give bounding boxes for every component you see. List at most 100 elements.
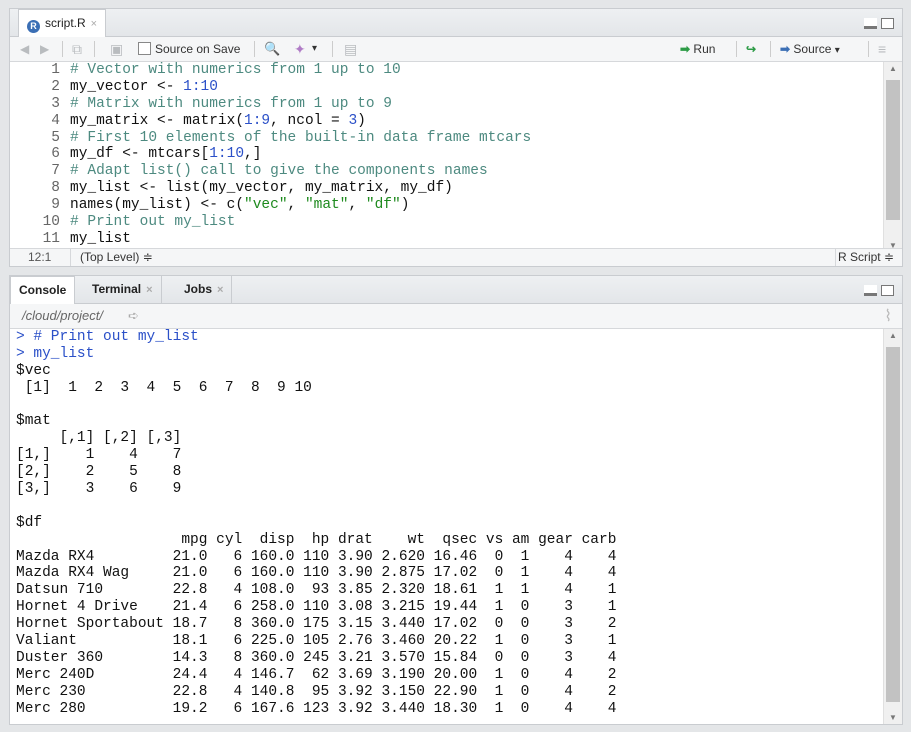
code-line[interactable]: names(my_list) <- c("vec", "mat", "df")	[70, 197, 531, 214]
console-input-line: > my_list	[16, 345, 95, 362]
code-token: )	[357, 112, 366, 129]
run-button[interactable]: ➡ Run	[680, 41, 715, 57]
tab-terminal-label: Terminal	[92, 282, 142, 296]
code-token: ,]	[244, 146, 262, 163]
scroll-down-icon[interactable]: ▼	[884, 713, 902, 722]
minimize-icon[interactable]	[864, 285, 877, 296]
line-number: 10	[42, 214, 60, 231]
tab-console[interactable]: Console	[10, 276, 76, 304]
console-output-line: Mazda RX4 21.0 6 160.0 110 3.90 2.620 16…	[16, 548, 617, 565]
source-on-save-label: Source on Save	[155, 42, 241, 56]
editor-tabbar: Rscript.R ×	[10, 9, 902, 37]
code-line[interactable]: my_list	[70, 231, 531, 248]
go-to-directory-icon[interactable]: ➪	[128, 308, 139, 324]
console-output-line: [1,] 1 4 7	[16, 447, 182, 464]
code-token: my_vector <-	[70, 78, 184, 95]
chevron-down-icon[interactable]: ▾	[835, 45, 840, 56]
line-number: 2	[51, 78, 60, 95]
code-line[interactable]: my_list <- list(my_vector, my_matrix, my…	[70, 180, 531, 197]
filetype-selector[interactable]: R Script ≑	[838, 250, 894, 264]
tab-jobs[interactable]: Jobs ×	[176, 276, 233, 303]
maximize-icon[interactable]	[881, 285, 894, 296]
line-number: 6	[51, 146, 60, 163]
rerun-icon[interactable]: ↪	[746, 41, 756, 57]
forward-arrow-icon[interactable]: ▶	[40, 41, 49, 57]
minimize-icon[interactable]	[864, 18, 877, 29]
code-line[interactable]: # First 10 elements of the built-in data…	[70, 130, 531, 147]
toolbar-divider	[736, 41, 737, 57]
code-line[interactable]: # Vector with numerics from 1 up to 10	[70, 62, 531, 79]
console-output-line: Datsun 710 22.8 4 108.0 93 3.85 2.320 18…	[16, 582, 617, 599]
code-token: 3	[348, 112, 358, 129]
scope-selector[interactable]: (Top Level) ≑	[80, 250, 153, 264]
status-divider	[70, 249, 71, 266]
code-line[interactable]: my_vector <- 1:10	[70, 79, 531, 96]
console-scrollbar[interactable]: ▲ ▼	[883, 329, 902, 724]
scroll-up-icon[interactable]: ▲	[884, 64, 902, 73]
code-tools-wand-icon[interactable]: ✦	[294, 41, 306, 57]
console-output-line: Merc 240D 24.4 4 146.7 62 3.69 3.190 20.…	[16, 666, 617, 683]
scrollbar-thumb[interactable]	[886, 347, 900, 702]
line-number: 3	[51, 95, 60, 112]
code-token: # Adapt list() call to give the componen…	[70, 163, 488, 180]
source-on-save-checkbox[interactable]: Source on Save	[138, 41, 240, 57]
code-line[interactable]: my_matrix <- matrix(1:9, ncol = 3)	[70, 113, 531, 130]
console-output-line: [2,] 2 5 8	[16, 464, 182, 481]
console-tabbar: Console Terminal × Jobs ×	[10, 276, 902, 304]
code-token: 1:10	[183, 78, 218, 95]
search-icon[interactable]: 🔍	[264, 41, 280, 57]
console-output-line: [3,] 3 6 9	[16, 481, 182, 498]
code-editor[interactable]: 1 2 3 4 5 6 7 8 9 10 11 # Vector with numerics fro…	[10, 62, 882, 252]
tab-script-r[interactable]: Rscript.R ×	[18, 9, 107, 37]
code-line[interactable]: # Matrix with numerics from 1 up to 9	[70, 96, 531, 113]
back-arrow-icon[interactable]: ◀	[20, 41, 29, 57]
checkbox-icon[interactable]	[138, 42, 151, 55]
console-output-line: $vec	[16, 362, 51, 379]
source-button[interactable]: ➡ Source ▾	[780, 41, 840, 57]
console-output-line: Valiant 18.1 6 225.0 105 2.76 3.460 20.2…	[16, 633, 617, 650]
console-output-line: $mat	[16, 413, 51, 430]
console-output-line: [,1] [,2] [,3]	[16, 430, 182, 447]
console-output[interactable]: > # Print out my_list > my_list $vec [1] 1…	[16, 329, 880, 724]
scroll-up-icon[interactable]: ▲	[884, 331, 902, 340]
code-token: my_df <- mtcars[	[70, 146, 210, 163]
line-number: 5	[51, 129, 60, 146]
clear-console-broom-icon[interactable]: ⌇	[884, 306, 892, 326]
code-token: ,	[348, 197, 366, 214]
scrollbar-thumb[interactable]	[886, 80, 900, 220]
code-token: "df"	[365, 197, 401, 214]
tab-terminal[interactable]: Terminal ×	[84, 276, 162, 303]
line-number-gutter: 1 2 3 4 5 6 7 8 9 10 11	[10, 62, 60, 248]
code-token: "mat"	[304, 197, 349, 214]
toolbar-divider	[94, 41, 95, 57]
console-output-line: Mazda RX4 Wag 21.0 6 160.0 110 3.90 2.87…	[16, 565, 617, 582]
editor-scrollbar[interactable]: ▲ ▼	[883, 62, 902, 252]
close-icon[interactable]: ×	[217, 284, 223, 296]
code-token: # First 10 elements of the built-in data…	[70, 129, 532, 146]
compile-report-icon[interactable]: ▤	[344, 41, 357, 57]
close-icon[interactable]: ×	[91, 18, 97, 30]
line-number: 11	[42, 230, 60, 247]
line-number: 9	[51, 197, 60, 214]
maximize-icon[interactable]	[881, 18, 894, 29]
code-line[interactable]: # Print out my_list	[70, 214, 531, 231]
code-line[interactable]: # Adapt list() call to give the componen…	[70, 163, 531, 180]
code-line[interactable]: my_df <- mtcars[1:10,]	[70, 146, 531, 163]
status-divider	[835, 249, 836, 266]
code-lines[interactable]: # Vector with numerics from 1 up to 10 my…	[70, 62, 531, 248]
chevron-down-icon[interactable]: ▾	[312, 41, 317, 57]
toolbar-divider	[62, 41, 63, 57]
line-number: 8	[51, 180, 60, 197]
document-outline-icon[interactable]: ≡	[878, 41, 886, 57]
toolbar-divider	[770, 41, 771, 57]
show-in-window-icon[interactable]: ⧉	[72, 41, 82, 57]
code-token: my_list <- list(my_vector, my_matrix, my…	[70, 180, 453, 197]
console-input-line: > # Print out my_list	[16, 329, 199, 345]
code-token: "vec"	[244, 197, 288, 214]
line-number: 4	[51, 112, 60, 129]
source-arrow-icon: ➡	[780, 42, 791, 56]
close-icon[interactable]: ×	[146, 284, 152, 296]
save-icon[interactable]: ▣	[110, 41, 123, 57]
console-window-controls	[860, 283, 894, 301]
console-output-line: Hornet 4 Drive 21.4 6 258.0 110 3.08 3.2…	[16, 599, 617, 616]
